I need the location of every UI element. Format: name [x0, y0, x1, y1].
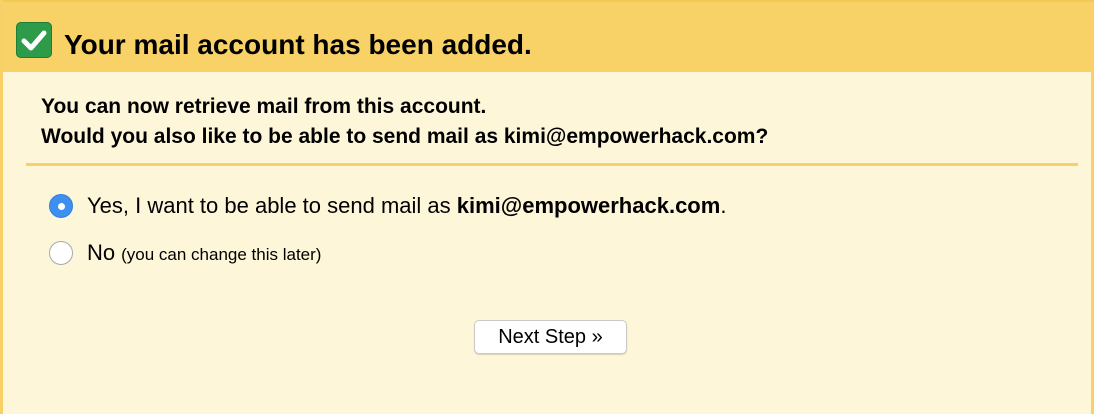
- divider: [26, 163, 1078, 166]
- check-icon: [16, 22, 52, 58]
- option-yes[interactable]: Yes, I want to be able to send mail as k…: [49, 193, 726, 219]
- option-no[interactable]: No (you can change this later): [49, 240, 321, 266]
- page-title: Your mail account has been added.: [64, 29, 532, 60]
- option-yes-label: Yes, I want to be able to send mail as k…: [87, 193, 726, 219]
- radio-no[interactable]: [49, 241, 73, 265]
- intro-line-1: You can now retrieve mail from this acco…: [41, 95, 487, 118]
- radio-yes[interactable]: [49, 194, 73, 218]
- intro-text: You can now retrieve mail from this acco…: [41, 92, 768, 152]
- option-yes-suffix: .: [720, 193, 727, 218]
- option-no-label: No (you can change this later): [87, 240, 321, 266]
- option-yes-email: kimi@empowerhack.com: [456, 193, 721, 218]
- next-step-button[interactable]: Next Step »: [474, 320, 627, 354]
- intro-line-2: Would you also like to be able to send m…: [41, 125, 769, 148]
- option-no-text: No: [87, 240, 116, 265]
- dialog-panel: Your mail account has been added. You ca…: [0, 0, 1094, 414]
- option-yes-prefix: Yes, I want to be able to send mail as: [87, 193, 457, 218]
- option-no-note: (you can change this later): [121, 245, 322, 264]
- header-bar: Your mail account has been added.: [3, 0, 1094, 72]
